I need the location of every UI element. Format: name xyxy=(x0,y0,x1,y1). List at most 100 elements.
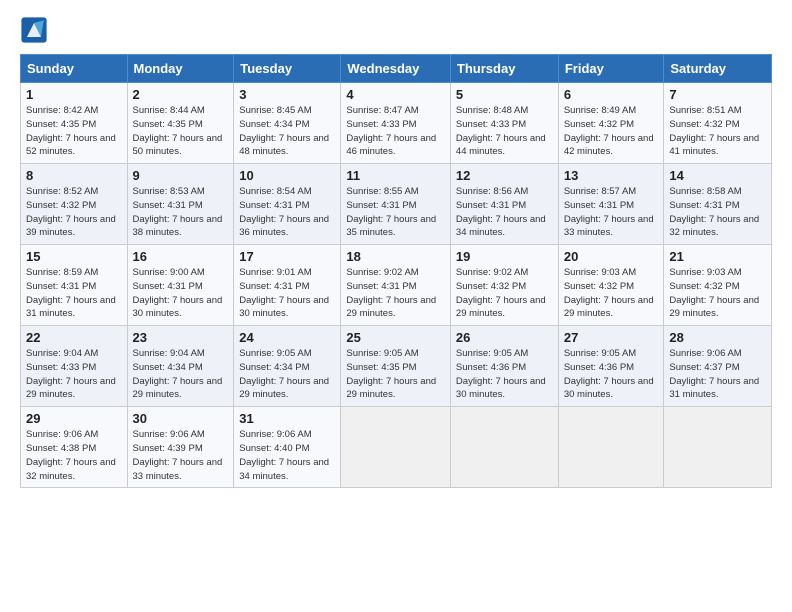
day-number: 22 xyxy=(26,330,122,345)
day-info: Sunrise: 9:02 AMSunset: 4:32 PMDaylight:… xyxy=(456,266,553,321)
logo-icon xyxy=(20,16,48,44)
day-number: 6 xyxy=(564,87,659,102)
day-cell: 25 Sunrise: 9:05 AMSunset: 4:35 PMDaylig… xyxy=(341,326,451,407)
day-number: 1 xyxy=(26,87,122,102)
day-info: Sunrise: 8:55 AMSunset: 4:31 PMDaylight:… xyxy=(346,185,445,240)
day-number: 2 xyxy=(133,87,229,102)
header xyxy=(20,16,772,44)
day-info: Sunrise: 9:03 AMSunset: 4:32 PMDaylight:… xyxy=(669,266,766,321)
day-cell: 24 Sunrise: 9:05 AMSunset: 4:34 PMDaylig… xyxy=(234,326,341,407)
day-info: Sunrise: 9:00 AMSunset: 4:31 PMDaylight:… xyxy=(133,266,229,321)
week-row-5: 29 Sunrise: 9:06 AMSunset: 4:38 PMDaylig… xyxy=(21,407,772,488)
day-number: 8 xyxy=(26,168,122,183)
day-number: 19 xyxy=(456,249,553,264)
day-number: 18 xyxy=(346,249,445,264)
day-number: 24 xyxy=(239,330,335,345)
day-number: 17 xyxy=(239,249,335,264)
day-number: 12 xyxy=(456,168,553,183)
day-info: Sunrise: 8:51 AMSunset: 4:32 PMDaylight:… xyxy=(669,104,766,159)
day-number: 23 xyxy=(133,330,229,345)
dow-header-friday: Friday xyxy=(558,55,664,83)
day-number: 20 xyxy=(564,249,659,264)
page: SundayMondayTuesdayWednesdayThursdayFrid… xyxy=(0,0,792,612)
day-number: 13 xyxy=(564,168,659,183)
day-cell: 19 Sunrise: 9:02 AMSunset: 4:32 PMDaylig… xyxy=(450,245,558,326)
day-cell: 1 Sunrise: 8:42 AMSunset: 4:35 PMDayligh… xyxy=(21,83,128,164)
day-info: Sunrise: 8:42 AMSunset: 4:35 PMDaylight:… xyxy=(26,104,122,159)
day-cell xyxy=(664,407,772,488)
day-number: 26 xyxy=(456,330,553,345)
day-number: 25 xyxy=(346,330,445,345)
dow-header-saturday: Saturday xyxy=(664,55,772,83)
day-info: Sunrise: 8:48 AMSunset: 4:33 PMDaylight:… xyxy=(456,104,553,159)
day-number: 30 xyxy=(133,411,229,426)
day-cell: 16 Sunrise: 9:00 AMSunset: 4:31 PMDaylig… xyxy=(127,245,234,326)
day-cell: 15 Sunrise: 8:59 AMSunset: 4:31 PMDaylig… xyxy=(21,245,128,326)
day-cell xyxy=(341,407,451,488)
logo xyxy=(20,16,52,44)
day-number: 9 xyxy=(133,168,229,183)
day-number: 28 xyxy=(669,330,766,345)
dow-header-thursday: Thursday xyxy=(450,55,558,83)
day-info: Sunrise: 9:06 AMSunset: 4:39 PMDaylight:… xyxy=(133,428,229,483)
day-info: Sunrise: 9:05 AMSunset: 4:34 PMDaylight:… xyxy=(239,347,335,402)
day-info: Sunrise: 9:02 AMSunset: 4:31 PMDaylight:… xyxy=(346,266,445,321)
day-info: Sunrise: 9:05 AMSunset: 4:35 PMDaylight:… xyxy=(346,347,445,402)
day-cell: 3 Sunrise: 8:45 AMSunset: 4:34 PMDayligh… xyxy=(234,83,341,164)
day-info: Sunrise: 8:56 AMSunset: 4:31 PMDaylight:… xyxy=(456,185,553,240)
day-cell: 20 Sunrise: 9:03 AMSunset: 4:32 PMDaylig… xyxy=(558,245,664,326)
day-cell: 11 Sunrise: 8:55 AMSunset: 4:31 PMDaylig… xyxy=(341,164,451,245)
day-cell xyxy=(558,407,664,488)
day-cell: 21 Sunrise: 9:03 AMSunset: 4:32 PMDaylig… xyxy=(664,245,772,326)
dow-header-monday: Monday xyxy=(127,55,234,83)
day-cell: 6 Sunrise: 8:49 AMSunset: 4:32 PMDayligh… xyxy=(558,83,664,164)
day-info: Sunrise: 8:52 AMSunset: 4:32 PMDaylight:… xyxy=(26,185,122,240)
day-number: 10 xyxy=(239,168,335,183)
day-number: 5 xyxy=(456,87,553,102)
day-cell: 23 Sunrise: 9:04 AMSunset: 4:34 PMDaylig… xyxy=(127,326,234,407)
day-number: 7 xyxy=(669,87,766,102)
day-info: Sunrise: 8:44 AMSunset: 4:35 PMDaylight:… xyxy=(133,104,229,159)
day-info: Sunrise: 9:06 AMSunset: 4:37 PMDaylight:… xyxy=(669,347,766,402)
day-info: Sunrise: 8:45 AMSunset: 4:34 PMDaylight:… xyxy=(239,104,335,159)
dow-header-wednesday: Wednesday xyxy=(341,55,451,83)
day-cell: 27 Sunrise: 9:05 AMSunset: 4:36 PMDaylig… xyxy=(558,326,664,407)
day-cell: 18 Sunrise: 9:02 AMSunset: 4:31 PMDaylig… xyxy=(341,245,451,326)
day-info: Sunrise: 8:57 AMSunset: 4:31 PMDaylight:… xyxy=(564,185,659,240)
day-number: 29 xyxy=(26,411,122,426)
day-info: Sunrise: 9:01 AMSunset: 4:31 PMDaylight:… xyxy=(239,266,335,321)
day-cell: 4 Sunrise: 8:47 AMSunset: 4:33 PMDayligh… xyxy=(341,83,451,164)
day-number: 4 xyxy=(346,87,445,102)
day-cell: 8 Sunrise: 8:52 AMSunset: 4:32 PMDayligh… xyxy=(21,164,128,245)
day-number: 31 xyxy=(239,411,335,426)
week-row-2: 8 Sunrise: 8:52 AMSunset: 4:32 PMDayligh… xyxy=(21,164,772,245)
day-number: 21 xyxy=(669,249,766,264)
day-info: Sunrise: 8:54 AMSunset: 4:31 PMDaylight:… xyxy=(239,185,335,240)
day-info: Sunrise: 9:05 AMSunset: 4:36 PMDaylight:… xyxy=(564,347,659,402)
day-number: 16 xyxy=(133,249,229,264)
day-cell: 13 Sunrise: 8:57 AMSunset: 4:31 PMDaylig… xyxy=(558,164,664,245)
week-row-4: 22 Sunrise: 9:04 AMSunset: 4:33 PMDaylig… xyxy=(21,326,772,407)
day-info: Sunrise: 9:04 AMSunset: 4:34 PMDaylight:… xyxy=(133,347,229,402)
dow-header-sunday: Sunday xyxy=(21,55,128,83)
day-number: 11 xyxy=(346,168,445,183)
day-cell: 7 Sunrise: 8:51 AMSunset: 4:32 PMDayligh… xyxy=(664,83,772,164)
day-info: Sunrise: 9:06 AMSunset: 4:38 PMDaylight:… xyxy=(26,428,122,483)
calendar-body: 1 Sunrise: 8:42 AMSunset: 4:35 PMDayligh… xyxy=(21,83,772,488)
week-row-3: 15 Sunrise: 8:59 AMSunset: 4:31 PMDaylig… xyxy=(21,245,772,326)
day-info: Sunrise: 8:47 AMSunset: 4:33 PMDaylight:… xyxy=(346,104,445,159)
day-info: Sunrise: 9:04 AMSunset: 4:33 PMDaylight:… xyxy=(26,347,122,402)
day-cell: 14 Sunrise: 8:58 AMSunset: 4:31 PMDaylig… xyxy=(664,164,772,245)
day-cell xyxy=(450,407,558,488)
day-number: 3 xyxy=(239,87,335,102)
day-cell: 31 Sunrise: 9:06 AMSunset: 4:40 PMDaylig… xyxy=(234,407,341,488)
day-cell: 9 Sunrise: 8:53 AMSunset: 4:31 PMDayligh… xyxy=(127,164,234,245)
day-info: Sunrise: 8:59 AMSunset: 4:31 PMDaylight:… xyxy=(26,266,122,321)
day-cell: 26 Sunrise: 9:05 AMSunset: 4:36 PMDaylig… xyxy=(450,326,558,407)
day-cell: 12 Sunrise: 8:56 AMSunset: 4:31 PMDaylig… xyxy=(450,164,558,245)
day-cell: 30 Sunrise: 9:06 AMSunset: 4:39 PMDaylig… xyxy=(127,407,234,488)
day-info: Sunrise: 8:53 AMSunset: 4:31 PMDaylight:… xyxy=(133,185,229,240)
day-number: 15 xyxy=(26,249,122,264)
day-info: Sunrise: 8:58 AMSunset: 4:31 PMDaylight:… xyxy=(669,185,766,240)
calendar: SundayMondayTuesdayWednesdayThursdayFrid… xyxy=(20,54,772,488)
